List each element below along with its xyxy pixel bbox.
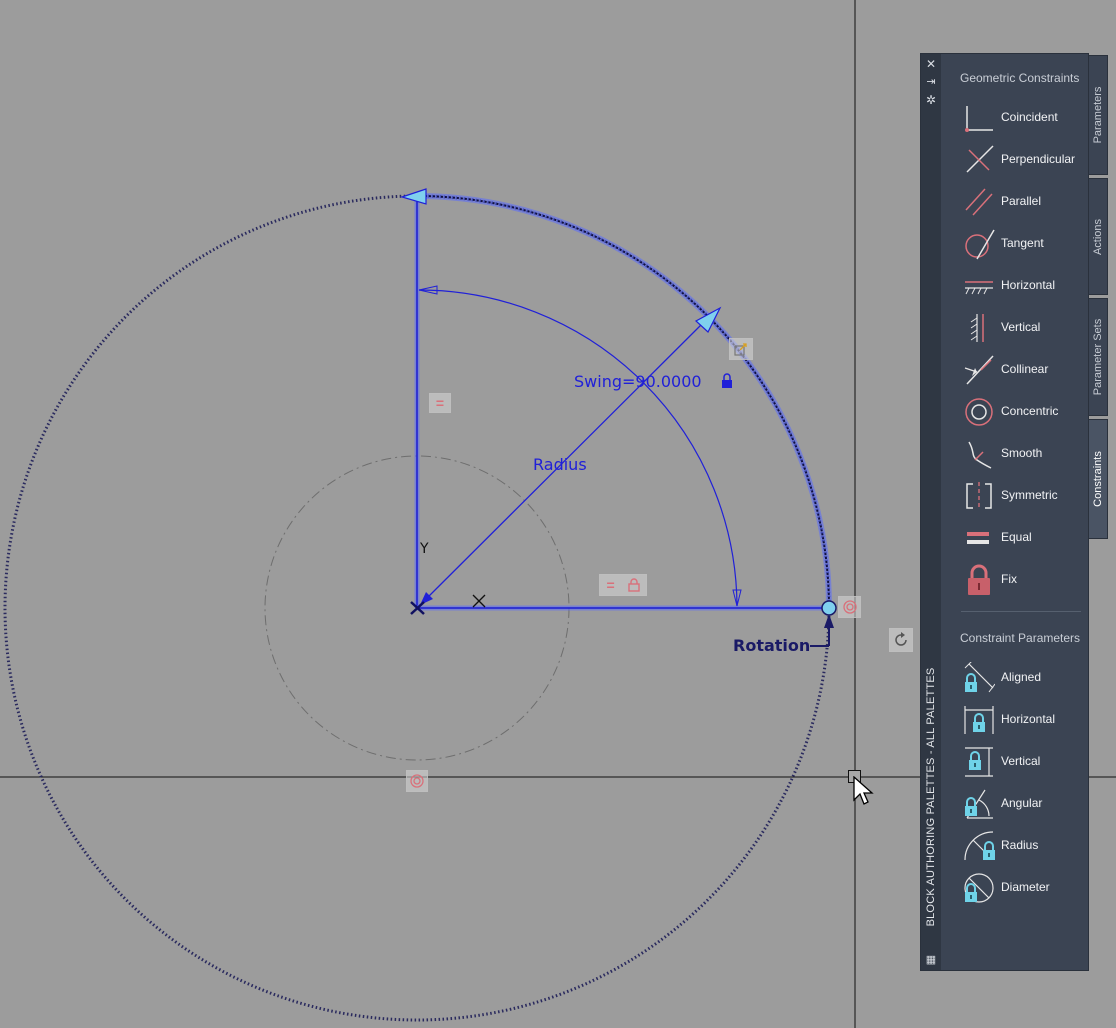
tab-constraints[interactable]: Constraints <box>1089 419 1108 539</box>
tab-parameters[interactable]: Parameters <box>1089 55 1108 175</box>
tab-actions[interactable]: Actions <box>1089 178 1108 295</box>
tangent-icon <box>965 229 995 260</box>
horizontal-dim-icon <box>964 706 994 734</box>
equal-icon <box>967 532 989 544</box>
rotation-parameter-label[interactable]: Rotation <box>733 636 810 655</box>
parallel-icon <box>965 188 993 216</box>
swing-parameter-label[interactable]: Swing=90.0000 <box>574 372 702 391</box>
palette-content: Geometric Constraints Coincident Perpend… <box>943 54 1090 970</box>
vertical-parameter-tool[interactable]: Vertical <box>963 742 1088 782</box>
concentric-tool[interactable]: Concentric <box>963 392 1088 432</box>
rotate-icon <box>895 632 907 646</box>
perpendicular-icon <box>966 145 994 173</box>
radius-parameter-tool[interactable]: Radius <box>963 826 1088 866</box>
horizontal-constraint-tool[interactable]: Horizontal <box>963 266 1088 306</box>
rotation-arrow <box>824 614 834 628</box>
coincident-icon <box>965 106 993 132</box>
block-authoring-palette[interactable]: ✕ ⇥ ✲ BLOCK AUTHORING PALETTES - ALL PAL… <box>920 53 1089 971</box>
fix-lock-icon <box>968 564 990 595</box>
radius-parameter-label[interactable]: Radius <box>533 455 587 474</box>
axis-x-mark <box>472 594 486 608</box>
properties-gear-icon[interactable]: ✲ <box>924 93 938 107</box>
section-divider <box>961 611 1081 612</box>
constraint-parameters-header: Constraint Parameters <box>960 631 1081 645</box>
perpendicular-tool[interactable]: Perpendicular <box>963 140 1088 180</box>
vertical-icon <box>970 314 984 342</box>
geometric-constraints-header: Geometric Constraints <box>960 71 1080 85</box>
scale-action-icon <box>734 343 747 356</box>
rotate-action-icon[interactable] <box>889 628 913 652</box>
diameter-parameter-tool[interactable]: Diameter <box>963 868 1088 908</box>
close-icon[interactable]: ✕ <box>924 57 938 71</box>
collinear-tool[interactable]: Collinear <box>963 350 1088 390</box>
equal-tool[interactable]: Equal <box>963 518 1088 558</box>
horizontal-icon <box>965 281 993 295</box>
lock-icon <box>627 578 640 592</box>
mouse-pointer-icon <box>853 776 874 805</box>
vertical-dim-icon <box>965 747 993 777</box>
smooth-icon <box>968 441 992 469</box>
palette-menu-icon[interactable]: ▦ <box>924 953 938 967</box>
equal-fix-constraint-glyph[interactable]: = <box>599 574 647 596</box>
fix-tool[interactable]: Fix <box>963 560 1088 600</box>
axis-y-label: Y <box>419 541 429 557</box>
tangent-tool[interactable]: Tangent <box>963 224 1088 264</box>
concentric-icon <box>410 774 424 788</box>
vertical-constraint-tool[interactable]: Vertical <box>963 308 1088 348</box>
palette-title: BLOCK AUTHORING PALETTES - ALL PALETTES <box>925 667 937 927</box>
angular-parameter-tool[interactable]: Angular <box>963 784 1088 824</box>
action-badge-icon[interactable] <box>729 338 753 360</box>
angular-icon <box>965 789 993 819</box>
aligned-icon <box>964 662 995 693</box>
concentric-constraint-glyph[interactable] <box>406 770 428 792</box>
coincident-tool[interactable]: Coincident <box>963 98 1088 138</box>
palette-title-strip[interactable]: ✕ ⇥ ✲ BLOCK AUTHORING PALETTES - ALL PAL… <box>921 54 941 970</box>
radius-icon <box>964 831 995 861</box>
diameter-icon <box>964 873 994 903</box>
symmetric-icon <box>966 482 992 510</box>
collinear-icon <box>964 355 994 385</box>
rotation-grip-circle[interactable] <box>821 600 837 616</box>
smooth-tool[interactable]: Smooth <box>963 434 1088 474</box>
horizontal-parameter-tool[interactable]: Horizontal <box>963 700 1088 740</box>
aligned-parameter-tool[interactable]: Aligned <box>963 658 1088 698</box>
concentric-constraint-glyph-right[interactable] <box>838 596 861 618</box>
parallel-tool[interactable]: Parallel <box>963 182 1088 222</box>
tab-parameter-sets[interactable]: Parameter Sets <box>1089 298 1108 416</box>
swing-lock-icon <box>722 373 732 388</box>
equal-constraint-glyph[interactable]: = <box>429 393 451 413</box>
concentric-icon <box>965 398 993 426</box>
auto-hide-icon[interactable]: ⇥ <box>924 75 938 89</box>
concentric-icon <box>842 600 857 614</box>
top-grip-arrow[interactable] <box>399 188 427 205</box>
symmetric-tool[interactable]: Symmetric <box>963 476 1088 516</box>
